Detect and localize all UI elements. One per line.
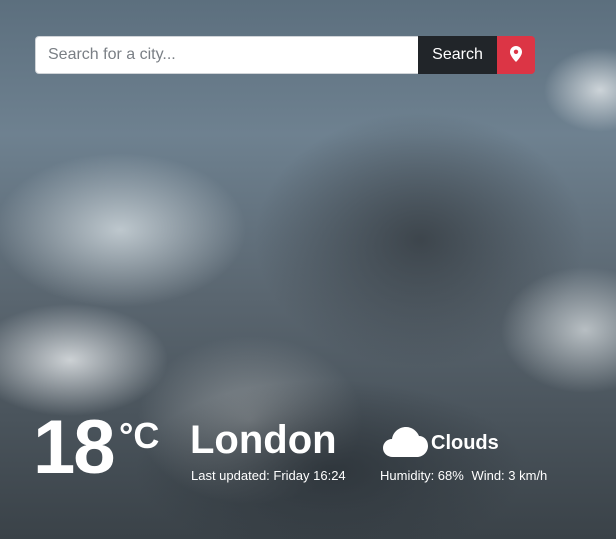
wind-text: Wind: 3 km/h	[471, 468, 548, 483]
temperature-value: 18	[33, 405, 116, 490]
city-name: London	[190, 418, 337, 462]
weather-app: Search 18 °C London Last updated: Friday…	[0, 0, 616, 539]
map-marker-icon	[510, 45, 522, 65]
city-search-input[interactable]	[35, 36, 418, 74]
weather-details: Humidity: 68% Wind: 3 km/h	[380, 468, 547, 483]
weather-condition: Clouds	[382, 424, 499, 463]
search-bar: Search	[35, 36, 535, 74]
humidity-text: Humidity: 68%	[380, 468, 464, 483]
last-updated-text: Last updated: Friday 16:24	[191, 468, 346, 483]
condition-label: Clouds	[431, 432, 499, 454]
temperature-unit: °C	[119, 415, 160, 456]
temperature-display: 18 °C	[33, 410, 159, 486]
search-button[interactable]: Search	[418, 36, 497, 74]
current-location-button[interactable]	[497, 36, 535, 74]
cloud-icon	[382, 424, 428, 463]
